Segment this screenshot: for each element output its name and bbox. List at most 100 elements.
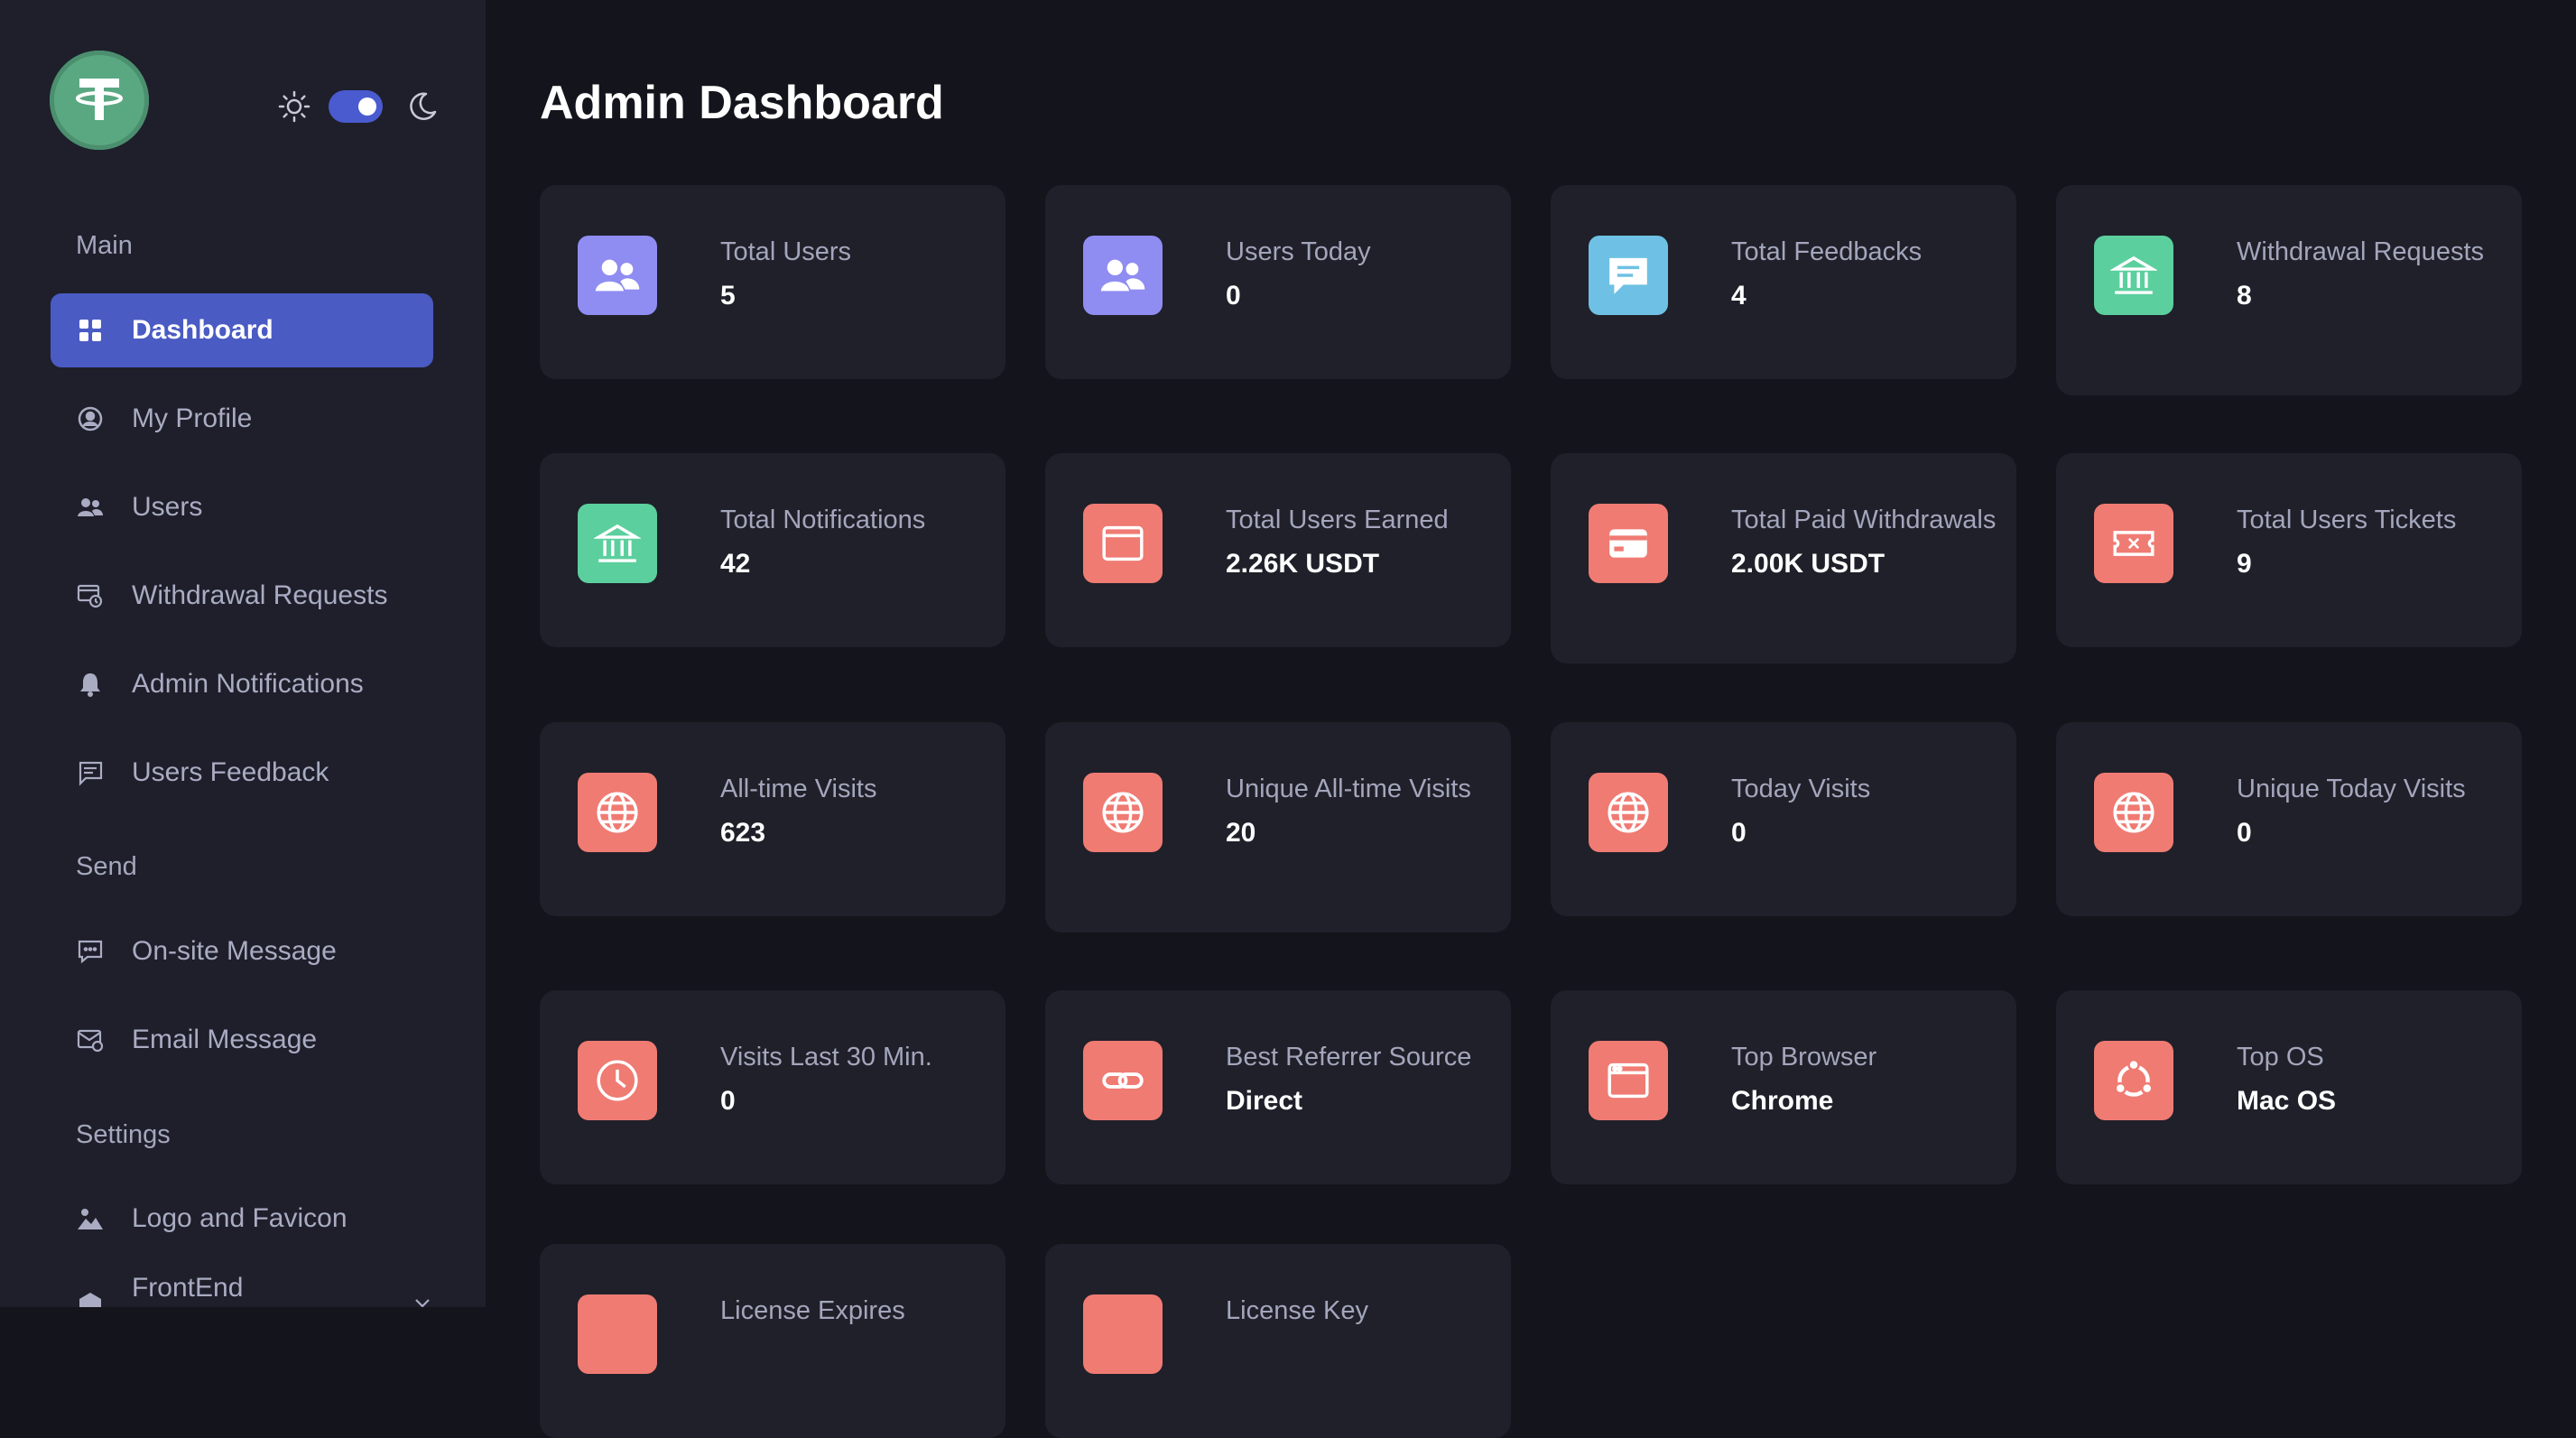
stat-value: 0 bbox=[2237, 818, 2252, 848]
section-settings: Settings bbox=[76, 1120, 171, 1149]
users-icon bbox=[76, 493, 105, 522]
chevron-down-icon bbox=[412, 1293, 433, 1307]
stat-card-unique-today-visits: Unique Today Visits 0 bbox=[2056, 722, 2522, 916]
stat-card-unique-all-time-visits: Unique All-time Visits 20 bbox=[1045, 722, 1511, 932]
sidebar-item-label: Logo and Favicon bbox=[132, 1203, 347, 1233]
sidebar-item-label: My Profile bbox=[132, 404, 253, 433]
stat-value: 8 bbox=[2237, 281, 2252, 311]
stat-value: 623 bbox=[720, 818, 766, 848]
sidebar-item-label: On-site Message bbox=[132, 936, 337, 966]
bell-icon bbox=[76, 670, 105, 699]
stat-card-today-visits: Today Visits 0 bbox=[1551, 722, 2016, 916]
sidebar-item-my-profile[interactable]: My Profile bbox=[51, 382, 433, 456]
globe-icon bbox=[1589, 773, 1668, 852]
sidebar-item-admin-notifications[interactable]: Admin Notifications bbox=[51, 647, 433, 721]
stat-card-total-users: Total Users 5 bbox=[540, 185, 1005, 379]
image-icon bbox=[76, 1204, 105, 1233]
stat-label: Total Users bbox=[720, 237, 852, 266]
stat-card-total-notifications: Total Notifications 42 bbox=[540, 453, 1005, 647]
stat-card-total-users-tickets: Total Users Tickets 9 bbox=[2056, 453, 2522, 647]
chat-icon bbox=[1589, 236, 1668, 315]
ubuntu-icon bbox=[2094, 1041, 2173, 1120]
stat-value: 0 bbox=[1226, 281, 1241, 311]
stat-label: Best Referrer Source bbox=[1226, 1043, 1472, 1072]
stat-label: Visits Last 30 Min. bbox=[720, 1043, 932, 1072]
stat-label: Total Users Earned bbox=[1226, 506, 1449, 534]
stat-label: Withdrawal Requests bbox=[2237, 237, 2484, 266]
ticket-icon bbox=[2094, 504, 2173, 583]
stat-value: 2.26K USDT bbox=[1226, 549, 1380, 579]
stat-value: 0 bbox=[1731, 818, 1747, 848]
stat-card-top-os: Top OS Mac OS bbox=[2056, 990, 2522, 1184]
email-icon bbox=[76, 1025, 105, 1054]
sidebar-item-label: Users Feedback bbox=[132, 757, 329, 787]
stat-card-total-feedbacks: Total Feedbacks 4 bbox=[1551, 185, 2016, 379]
frontend-icon bbox=[76, 1289, 105, 1307]
stat-label: Total Paid Withdrawals bbox=[1731, 506, 1997, 534]
globe-icon bbox=[2094, 773, 2173, 852]
card-icon bbox=[1589, 504, 1668, 583]
stat-value: 0 bbox=[720, 1086, 736, 1116]
stat-value: 42 bbox=[720, 549, 751, 579]
users-icon bbox=[578, 236, 657, 315]
theme-toggle[interactable] bbox=[276, 87, 440, 126]
globe-icon bbox=[1083, 773, 1163, 852]
stat-value: 5 bbox=[720, 281, 736, 311]
stat-card-users-today: Users Today 0 bbox=[1045, 185, 1511, 379]
sidebar-item-label: Email Message bbox=[132, 1025, 318, 1054]
sidebar-item-email-message[interactable]: Email Message bbox=[51, 1003, 433, 1077]
stat-card-top-browser: Top Browser Chrome bbox=[1551, 990, 2016, 1184]
stat-label: License Expires bbox=[720, 1296, 905, 1325]
stat-value: 2.00K USDT bbox=[1731, 549, 1886, 579]
stat-card-withdrawal-requests: Withdrawal Requests 8 bbox=[2056, 185, 2522, 395]
bank-icon bbox=[2094, 236, 2173, 315]
stat-value: 9 bbox=[2237, 549, 2252, 579]
dark-mode-switch[interactable] bbox=[329, 90, 383, 123]
sidebar-item-label: Dashboard bbox=[132, 315, 273, 345]
bank-icon bbox=[578, 504, 657, 583]
stat-card-license-expires: License Expires bbox=[540, 1244, 1005, 1438]
stat-label: Total Users Tickets bbox=[2237, 506, 2457, 534]
stat-label: All-time Visits bbox=[720, 775, 877, 803]
tether-logo-icon[interactable] bbox=[50, 51, 149, 150]
stat-card-license-key: License Key bbox=[1045, 1244, 1511, 1438]
sidebar-item-label: Admin Notifications bbox=[132, 669, 364, 699]
license-icon bbox=[578, 1294, 657, 1374]
sidebar-item-withdrawal-requests[interactable]: Withdrawal Requests bbox=[51, 559, 433, 633]
sidebar-item-frontend-manager[interactable]: FrontEnd Manager bbox=[51, 1266, 433, 1307]
sun-icon[interactable] bbox=[276, 88, 312, 125]
stat-label: Unique All-time Visits bbox=[1226, 775, 1471, 803]
switch-knob bbox=[358, 97, 376, 116]
stat-label: Top Browser bbox=[1731, 1043, 1877, 1072]
sidebar-item-label: Users bbox=[132, 492, 203, 522]
stat-card-visits-last-30-min: Visits Last 30 Min. 0 bbox=[540, 990, 1005, 1184]
wallet-icon bbox=[1083, 504, 1163, 583]
user-circle-icon bbox=[76, 404, 105, 433]
stat-label: License Key bbox=[1226, 1296, 1368, 1325]
stat-value: 20 bbox=[1226, 818, 1256, 848]
sidebar-item-label: Withdrawal Requests bbox=[132, 580, 388, 610]
sidebar-item-on-site-message[interactable]: On-site Message bbox=[51, 914, 433, 988]
stat-label: Unique Today Visits bbox=[2237, 775, 2466, 803]
main-content: Admin Dashboard Total Users 5 Users Today… bbox=[486, 0, 2576, 1438]
stat-value: 4 bbox=[1731, 281, 1747, 311]
sidebar-item-dashboard[interactable]: Dashboard bbox=[51, 293, 433, 367]
browser-icon bbox=[1589, 1041, 1668, 1120]
sidebar: Main Dashboard My Profile Users Withdraw… bbox=[0, 0, 486, 1307]
globe-icon bbox=[578, 773, 657, 852]
stat-label: Today Visits bbox=[1731, 775, 1871, 803]
section-main: Main bbox=[76, 231, 133, 260]
dashboard-icon bbox=[76, 316, 105, 345]
stat-label: Top OS bbox=[2237, 1043, 2324, 1072]
stat-label: Users Today bbox=[1226, 237, 1371, 266]
sidebar-item-logo-and-favicon[interactable]: Logo and Favicon bbox=[51, 1182, 433, 1256]
key-icon bbox=[1083, 1294, 1163, 1374]
stat-card-best-referrer-source: Best Referrer Source Direct bbox=[1045, 990, 1511, 1184]
sidebar-item-users-feedback[interactable]: Users Feedback bbox=[51, 736, 433, 810]
stat-card-total-users-earned: Total Users Earned 2.26K USDT bbox=[1045, 453, 1511, 647]
sidebar-item-users[interactable]: Users bbox=[51, 470, 433, 544]
withdrawal-icon bbox=[76, 581, 105, 610]
moon-icon[interactable] bbox=[404, 88, 440, 125]
message-icon bbox=[76, 937, 105, 966]
sidebar-item-label: FrontEnd Manager bbox=[131, 1273, 244, 1307]
